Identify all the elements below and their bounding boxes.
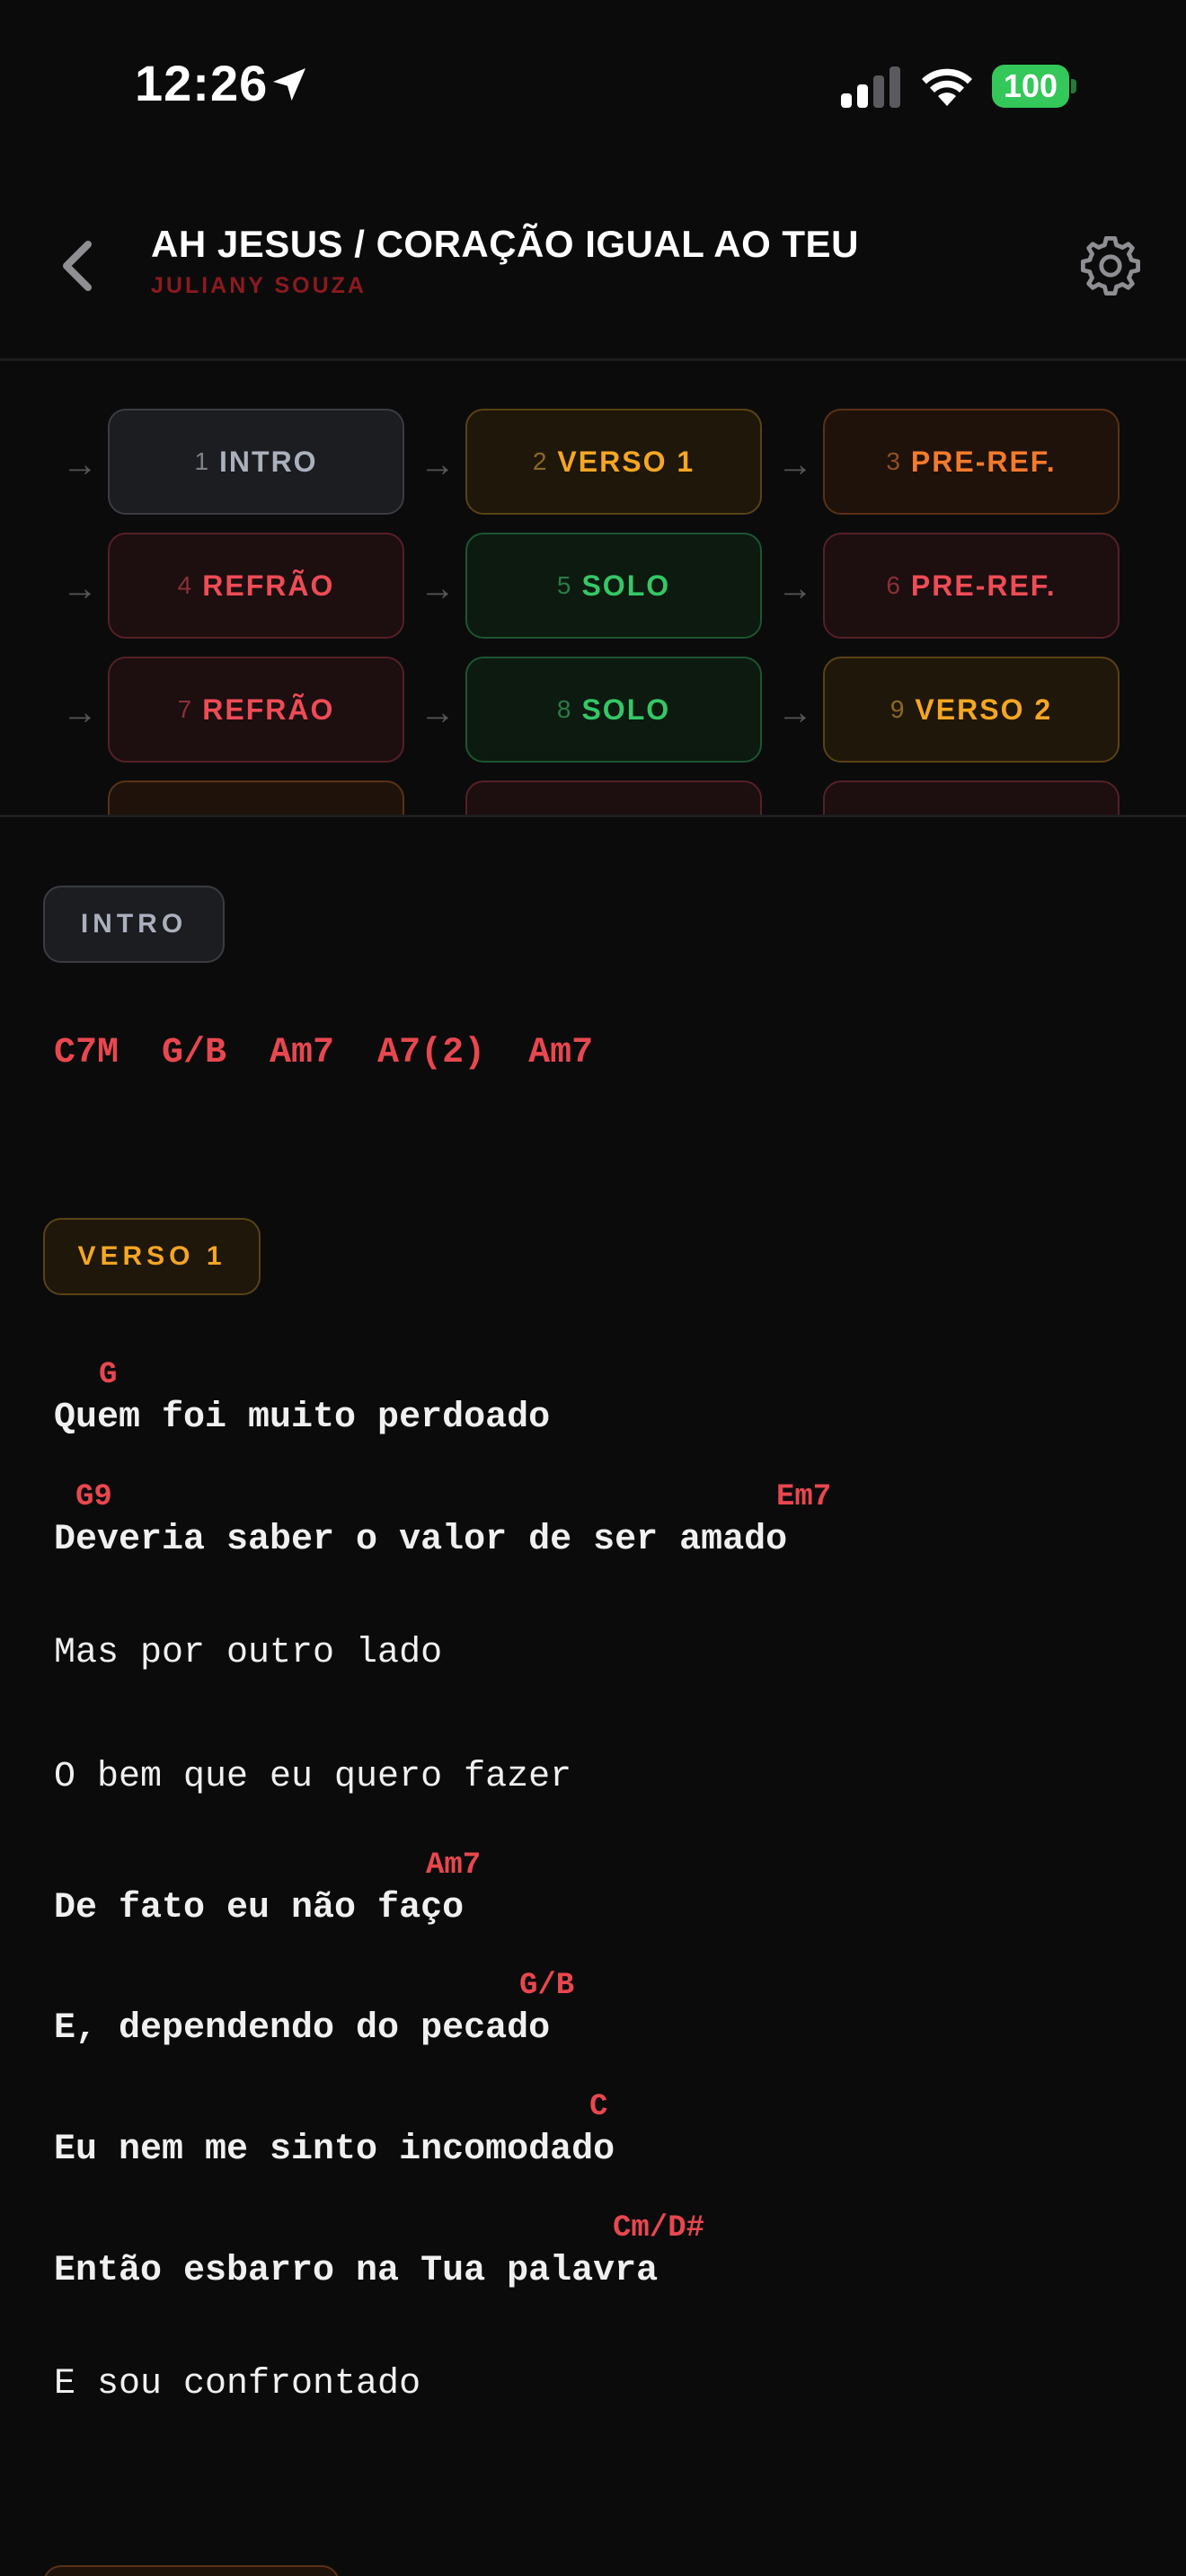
lyric-line: E, dependendo do pecado [54,2008,551,2049]
lyric-line: E sou confrontado [54,2364,421,2404]
section-badge-next [43,2565,340,2576]
song-title: AH JESUS / CORAÇÃO IGUAL AO TEU [151,223,859,265]
section-chip-verso-2[interactable]: 9 VERSO 2 [823,657,1120,763]
lyric-line: O bem que eu quero fazer [54,1757,572,1797]
section-chip-intro[interactable]: 1 INTRO [108,409,404,515]
section-chip-refrao[interactable]: 7 REFRÃO [108,657,404,763]
intro-chords: C7M G/B Am7 A7(2) Am7 [54,1033,594,1073]
section-chip-solo[interactable]: 8 SOLO [465,657,762,763]
section-badge-verso-1: VERSO 1 [43,1218,261,1295]
section-chip-clipped[interactable] [823,781,1120,815]
chord: Em7 [776,1480,832,1514]
flow-arrow: → [420,569,456,608]
section-chip-refrao[interactable]: 4 REFRÃO [108,533,404,639]
flow-arrow: → [777,693,813,732]
chord: G9 [75,1480,112,1514]
flow-arrow: → [420,445,456,484]
status-bar: 12:26 100 [0,0,1186,171]
lyric-line: Deveria saber o valor de ser amado [54,1520,788,1560]
section-chip-solo[interactable]: 5 SOLO [465,533,762,639]
section-chip-pre-ref[interactable]: 3 PRE-REF. [823,409,1120,515]
flow-arrow: → [62,445,98,484]
lyric-line: De fato eu não faço [54,1888,465,1928]
chord: G/B [519,1969,575,2003]
chord: C [589,2090,608,2124]
chord: G [99,1358,118,1392]
lyric-line: Quem foi muito perdoado [54,1398,551,1438]
flow-arrow: → [62,569,98,608]
section-map: → 1 INTRO → 2 VERSO 1 → 3 PRE-REF. → 4 R… [0,364,1186,817]
wifi-icon [922,68,972,106]
artist-name: JULIANY SOUZA [151,273,367,298]
location-arrow-icon [273,68,305,101]
battery-indicator: 100 [992,65,1076,108]
flow-arrow: → [777,445,813,484]
lyric-line: Então esbarro na Tua palavra [54,2251,659,2291]
section-chip-clipped[interactable] [108,781,404,815]
back-chevron-icon[interactable] [52,234,102,298]
gear-icon[interactable] [1078,234,1143,298]
section-chip-pre-ref[interactable]: 6 PRE-REF. [823,533,1120,639]
section-badge-intro: INTRO [43,886,225,963]
battery-percent: 100 [1003,67,1058,104]
chord: Cm/D# [613,2211,705,2245]
lyric-line: Mas por outro lado [54,1633,443,1673]
chord: Am7 [426,1848,482,1883]
flow-arrow: → [62,693,98,732]
song-header: AH JESUS / CORAÇÃO IGUAL AO TEU JULIANY … [0,171,1186,361]
section-chip-verso-1[interactable]: 2 VERSO 1 [465,409,762,515]
flow-arrow: → [777,569,813,608]
cellular-signal-icon [841,66,900,108]
song-page: 12:26 100 AH JESUS / CORAÇÃO IGUAL AO TE… [0,0,1186,2576]
lyric-line: Eu nem me sinto incomodado [54,2130,615,2170]
flow-arrow: → [420,693,456,732]
status-time: 12:26 [135,55,269,111]
section-chip-clipped[interactable] [465,781,762,815]
